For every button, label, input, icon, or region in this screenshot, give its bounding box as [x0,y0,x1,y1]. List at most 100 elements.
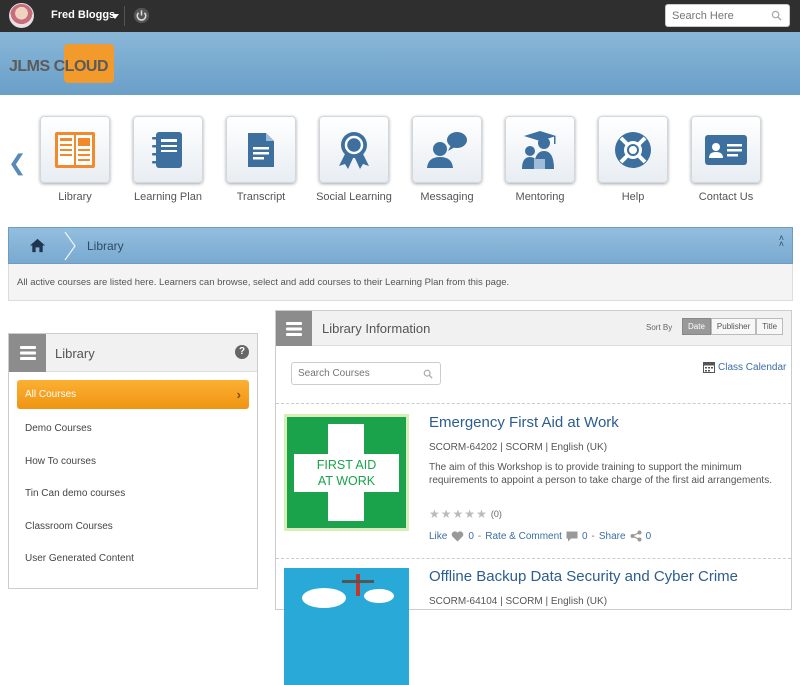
help-icon[interactable]: ? [235,345,249,359]
course-search-input[interactable] [292,363,417,384]
star-icon: ★ [464,507,477,521]
category-item-demo-courses[interactable]: Demo Courses [17,413,249,446]
category-item-tin-can-demo-courses[interactable]: Tin Can demo courses [17,478,249,511]
nav-label: Social Learning [316,191,392,203]
library-info-icon [276,311,312,346]
library-info-panel: Library Information Sort By Date Publish… [275,310,792,685]
nav-prev-arrow[interactable]: ❮ [8,150,26,176]
share-icon[interactable] [630,530,642,542]
category-item-classroom-courses[interactable]: Classroom Courses [17,511,249,544]
rating-count: (0) [490,509,502,519]
nav-label: Help [621,191,645,203]
chevron-right-icon: › [236,387,241,402]
search-icon[interactable] [423,369,433,379]
chat-person-icon [427,131,467,168]
nav-tile[interactable] [412,116,482,183]
comment-icon[interactable] [566,531,578,542]
nav-tile[interactable] [226,116,296,183]
nav-item-social-learning[interactable]: Social Learning [316,116,392,203]
document-icon [248,132,274,167]
course-thumbnail[interactable] [284,568,409,685]
class-calendar-label: Class Calendar [718,361,787,373]
nav-label: Transcript [236,191,286,203]
list-icon [19,346,36,360]
logo[interactable]: JLMS CLOUD [9,44,114,84]
course-search[interactable] [291,362,441,385]
nav-item-transcript[interactable]: Transcript [223,116,299,203]
like-link[interactable]: Like [429,531,447,542]
avatar[interactable] [9,3,34,28]
nav-label: Library [58,191,92,203]
separator: - [591,530,595,542]
header-banner: JLMS CLOUD [0,32,800,95]
category-item-all-courses[interactable]: All Courses › [17,380,249,409]
nav-item-help[interactable]: Help [595,116,671,203]
rate-comment-link[interactable]: Rate & Comment [485,531,562,542]
library-info-title: Library Information [322,321,431,336]
nav-tile[interactable] [319,116,389,183]
top-bar: Fred Bloggs [0,0,800,32]
course-meta: SCORM-64202 | SCORM | English (UK) [429,442,608,453]
share-count: 0 [645,530,652,542]
library-panel-icon [9,334,46,372]
logo-text: JLMS CLOUD [9,58,109,75]
nav-label: Contact Us [698,191,754,203]
course-title[interactable]: Emergency First Aid at Work [429,414,619,431]
sort-buttons: Date Publisher Title [682,318,784,335]
library-panel: Library ? All Courses › Demo Courses How… [8,333,258,589]
comment-count: 0 [581,530,588,542]
sort-by-label: Sort By [646,323,673,332]
nav-tile[interactable] [691,116,761,183]
nav-item-learning-plan[interactable]: Learning Plan [130,116,206,203]
share-link[interactable]: Share [599,531,626,542]
chevron-down-icon[interactable] [111,14,119,19]
course-meta: SCORM-64104 | SCORM | English (UK) [429,596,608,607]
nav-item-mentoring[interactable]: Mentoring [502,116,578,203]
star-icon: ★ [429,507,441,521]
power-icon[interactable] [133,7,150,24]
library-panel-header: Library ? [9,334,257,372]
global-search[interactable] [665,4,790,27]
nav-label: Messaging [420,191,474,203]
user-name[interactable]: Fred Bloggs [51,9,115,21]
like-count: 0 [468,530,474,542]
heart-icon[interactable] [451,530,464,542]
award-ribbon-icon [339,131,369,169]
search-input[interactable] [666,5,766,26]
nav-tile[interactable] [40,116,110,183]
collapse-icon[interactable]: ˄ ˄ [779,234,784,249]
nav-tile[interactable] [505,116,575,183]
nav-item-messaging[interactable]: Messaging [409,116,485,203]
page-notice: All active courses are listed here. Lear… [8,264,793,301]
star-icon: ★ [440,507,453,521]
star-icon: ★ [476,507,488,521]
sort-publisher-button[interactable]: Publisher [710,318,757,335]
library-icon [55,131,95,168]
search-icon[interactable] [771,10,782,21]
nav-item-library[interactable]: Library [37,116,113,203]
sort-date-button[interactable]: Date [682,318,711,335]
rating-stars[interactable]: ★ ★ ★ ★ ★ (0) [429,507,502,521]
nav-label: Learning Plan [134,191,202,203]
divider [276,403,791,404]
course-title[interactable]: Offline Backup Data Security and Cyber C… [429,568,738,585]
nav-tile[interactable] [133,116,203,183]
nav-item-contact-us[interactable]: Contact Us [688,116,764,203]
course-thumbnail[interactable]: FIRST AID AT WORK [284,414,409,531]
category-item-user-generated-content[interactable]: User Generated Content [17,543,249,576]
star-icon: ★ [452,507,465,521]
mentor-icon [522,130,556,169]
nav-label: Mentoring [515,191,565,203]
nav-tile[interactable] [598,116,668,183]
thumb-text-1: FIRST AID [317,458,377,472]
notebook-icon [152,131,182,168]
sort-title-button[interactable]: Title [756,318,784,335]
category-label: All Courses [25,389,77,400]
list-icon [286,321,302,336]
category-item-how-to-courses[interactable]: How To courses [17,446,249,479]
class-calendar-link[interactable]: Class Calendar [703,361,786,373]
home-icon[interactable] [29,237,46,254]
course-actions: Like 0 - Rate & Comment 0 - Share 0 [429,530,651,542]
course-description: The aim of this Workshop is to provide t… [429,462,772,486]
divider [276,558,791,559]
